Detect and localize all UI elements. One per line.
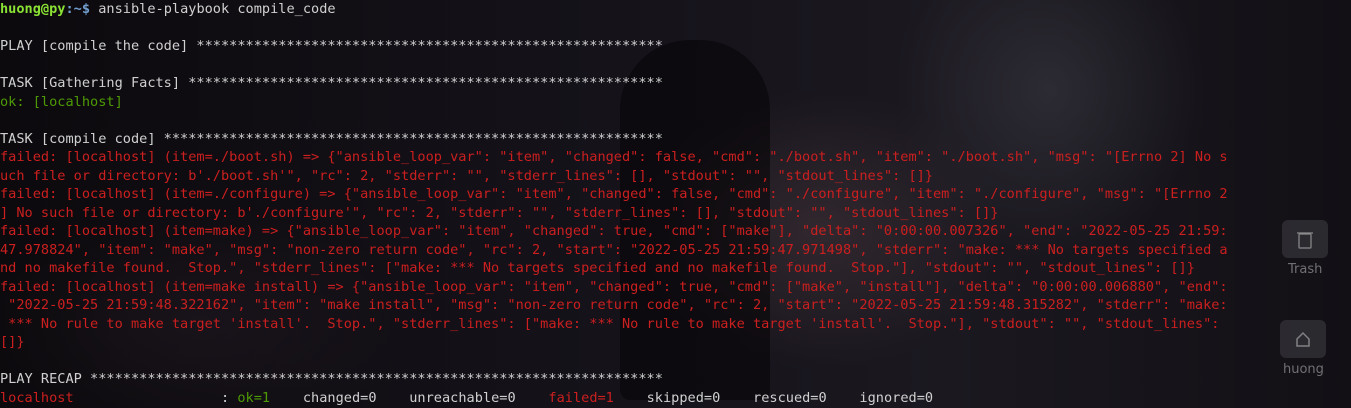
- terminal-output[interactable]: huong@py:~$ ansible-playbook compile_cod…: [0, 0, 1351, 408]
- error-line: nd no makefile found. Stop.", "stderr_li…: [0, 260, 1195, 276]
- error-line: uch file or directory: b'./boot.sh'", "r…: [0, 167, 933, 184]
- prompt-line: huong@py:~$ ansible-playbook compile_cod…: [0, 0, 1351, 19]
- error-line: failed: [localhost] (item=./boot.sh) => …: [0, 149, 1228, 165]
- command-text: ansible-playbook compile_code: [90, 1, 336, 17]
- error-line: []}: [0, 334, 25, 350]
- play-header: PLAY [compile the code] ****************…: [0, 38, 663, 54]
- error-line: failed: [localhost] (item=./configure) =…: [0, 186, 1228, 202]
- error-line: failed: [localhost] (item=make) => {"ans…: [0, 223, 1228, 239]
- error-line: "2022-05-25 21:59:48.322162", "item": "m…: [0, 297, 1228, 313]
- recap-separator: :: [73, 389, 238, 406]
- task-gathering-facts: TASK [Gathering Facts] *****************…: [0, 75, 663, 91]
- prompt-user: huong@py: [0, 1, 66, 17]
- recap-failed: failed=1: [515, 389, 614, 406]
- error-line: *** No rule to make target 'install'. St…: [0, 315, 1220, 332]
- recap-skipped: skipped=0: [613, 389, 721, 406]
- recap-unreachable: unreachable=0: [376, 389, 516, 406]
- recap-changed: changed=0: [270, 389, 377, 406]
- prompt-path: :~$: [65, 1, 91, 17]
- play-recap-header: PLAY RECAP *****************************…: [0, 371, 663, 387]
- error-line: 47.978824", "item": "make", "msg": "non-…: [0, 241, 1228, 258]
- recap-ignored: ignored=0: [826, 389, 934, 406]
- ok-localhost: ok: [localhost]: [0, 93, 123, 110]
- error-line: ] No such file or directory: b'./configu…: [0, 204, 999, 221]
- recap-ok: ok=1: [237, 389, 271, 406]
- recap-host: localhost: [0, 389, 74, 406]
- error-line: failed: [localhost] (item=make install) …: [0, 278, 1228, 295]
- recap-rescued: rescued=0: [720, 389, 827, 406]
- task-compile-code: TASK [compile code] ********************…: [0, 130, 663, 147]
- recap-row: localhost : ok=1 changed=0 unreachable=0…: [0, 389, 1351, 408]
